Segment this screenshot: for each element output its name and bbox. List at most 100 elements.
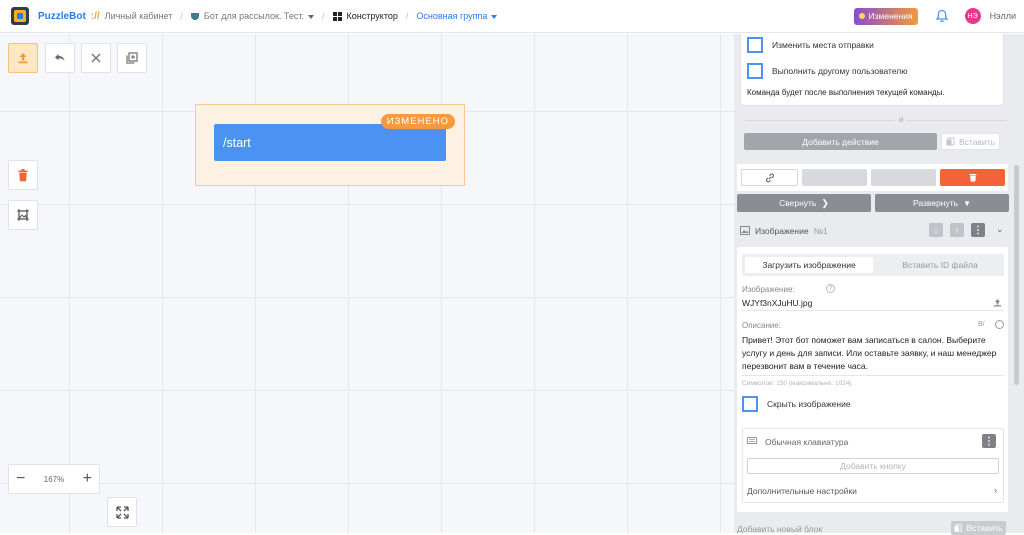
- changed-badge: ИЗМЕНЕНО: [380, 114, 455, 129]
- changes-button[interactable]: Изменения: [853, 7, 918, 25]
- image-file-name[interactable]: WJYf3nXJuHU.jpg: [742, 298, 812, 308]
- move-down-button[interactable]: ↓: [929, 223, 943, 237]
- brand-name[interactable]: PuzzleBot: [38, 11, 86, 22]
- keyboard-type[interactable]: Обычная клавиатура: [765, 437, 848, 447]
- move-up-button[interactable]: ↑: [950, 223, 964, 237]
- upload-icon[interactable]: [993, 298, 1002, 307]
- chevron-right-icon: ❯: [821, 197, 829, 208]
- hide-image-option[interactable]: Скрыть изображение: [742, 396, 851, 412]
- insert-block-label: Вставить: [966, 523, 1003, 533]
- top-bar: PuzzleBot :// Личный кабинет / Бот для р…: [0, 0, 1024, 33]
- command-note: Команда будет после выполнения текущей к…: [747, 88, 945, 97]
- trash-icon: [18, 168, 28, 181]
- avatar[interactable]: НЭ: [964, 8, 981, 24]
- image-section-title: Изображение №1: [755, 226, 828, 236]
- help-icon[interactable]: ?: [826, 284, 835, 293]
- description-text[interactable]: Привет! Этот бот поможет вам записаться …: [742, 334, 1004, 373]
- changes-button-label: Изменения: [868, 11, 913, 21]
- chevron-right-icon[interactable]: ›: [994, 485, 997, 495]
- delete-button[interactable]: [940, 169, 1005, 186]
- grid-icon: [332, 12, 342, 22]
- delete-block-button[interactable]: [8, 160, 38, 190]
- kebab-icon: ⋮: [973, 224, 983, 236]
- selected-block-frame[interactable]: /start ИЗМЕНЕНО: [195, 104, 465, 186]
- close-button[interactable]: [81, 43, 111, 73]
- char-counter: Символов: 150 (максимально: 1024): [742, 380, 852, 387]
- divider: [742, 375, 1004, 376]
- expand-icon: [115, 505, 129, 519]
- action-slot-button[interactable]: [871, 169, 936, 186]
- bot-icon: [190, 13, 199, 21]
- breadcrumb-group[interactable]: Основная группа: [416, 11, 498, 21]
- puzzlebot-logo-icon[interactable]: [11, 7, 29, 25]
- start-block[interactable]: /start: [214, 124, 446, 161]
- close-icon: [91, 53, 101, 63]
- changes-icon: [858, 13, 865, 19]
- upload-button[interactable]: [8, 43, 38, 73]
- expand-button[interactable]: Развернуть ▼: [875, 194, 1009, 212]
- keyboard-menu-button[interactable]: ⋮: [982, 434, 996, 448]
- checkbox[interactable]: [747, 37, 763, 53]
- paste-icon: [946, 137, 955, 146]
- breadcrumb-divider: /: [180, 11, 183, 21]
- trash-icon: [969, 174, 976, 182]
- zoom-in-button[interactable]: +: [83, 471, 92, 487]
- breadcrumb-builder[interactable]: Конструктор: [332, 11, 398, 22]
- checkbox[interactable]: [742, 396, 758, 412]
- panel-scrollbar[interactable]: [1014, 165, 1019, 385]
- description-field-label: Описание:: [742, 321, 782, 330]
- breadcrumb-cabinet[interactable]: Личный кабинет: [105, 11, 173, 21]
- link-button[interactable]: [741, 169, 798, 186]
- expand-label: Развернуть: [913, 198, 959, 208]
- chevron-down-icon: [491, 14, 498, 19]
- zoom-control: − 167% +: [8, 464, 100, 494]
- option-change-place[interactable]: Изменить места отправки: [747, 37, 874, 53]
- chevron-down-icon[interactable]: ⌄: [996, 224, 1004, 235]
- duplicate-button[interactable]: [117, 43, 147, 73]
- tab-upload-image[interactable]: Загрузить изображение: [745, 257, 873, 273]
- and-separator: и: [895, 115, 908, 124]
- upload-icon: [18, 53, 28, 64]
- breadcrumb-group-label: Основная группа: [416, 11, 488, 21]
- image-number: №1: [813, 226, 828, 236]
- text-format-icon[interactable]: B/: [978, 321, 985, 328]
- add-button-button[interactable]: Добавить кнопку: [747, 458, 999, 474]
- breadcrumb-divider: /: [322, 11, 325, 21]
- frame-icon: [17, 209, 29, 221]
- duplicate-icon: [126, 52, 138, 64]
- block-title: /start: [223, 135, 251, 150]
- insert-action-button[interactable]: Вставить: [941, 133, 1000, 150]
- divider: [742, 310, 1004, 311]
- tab-file-id[interactable]: Вставить ID файла: [876, 257, 1004, 273]
- add-action-button[interactable]: Добавить действие: [744, 133, 937, 150]
- image-title: Изображение: [755, 226, 809, 236]
- zoom-out-button[interactable]: −: [16, 471, 25, 487]
- emoji-icon[interactable]: [995, 320, 1004, 329]
- chevron-down-icon: [308, 14, 315, 19]
- checkbox[interactable]: [747, 63, 763, 79]
- option-exec-other[interactable]: Выполнить другому пользователю: [747, 63, 908, 79]
- option-exec-other-label: Выполнить другому пользователю: [772, 66, 908, 76]
- hide-image-label: Скрыть изображение: [767, 399, 851, 409]
- breadcrumb-divider: /: [405, 11, 409, 21]
- undo-icon: [55, 54, 65, 61]
- undo-button[interactable]: [45, 43, 75, 73]
- image-field-label: Изображение:: [742, 285, 795, 294]
- arrow-up-icon: ↑: [954, 225, 960, 235]
- keyboard-icon: [747, 437, 757, 444]
- collapse-button[interactable]: Свернуть ❯: [737, 194, 871, 212]
- fit-selection-button[interactable]: [8, 200, 38, 230]
- user-name[interactable]: Нэлли: [990, 11, 1016, 21]
- insert-label: Вставить: [958, 136, 996, 147]
- bell-icon[interactable]: [935, 9, 949, 23]
- brand-separator: ://: [90, 10, 100, 22]
- breadcrumb-bot[interactable]: Бот для рассылок. Тест.: [190, 11, 315, 21]
- link-icon: [765, 173, 774, 182]
- action-slot-button[interactable]: [802, 169, 867, 186]
- extra-settings-link[interactable]: Дополнительные настройки: [747, 486, 857, 496]
- more-menu-button[interactable]: ⋮: [971, 223, 985, 237]
- fullscreen-button[interactable]: [107, 497, 137, 527]
- arrow-down-icon: ↓: [933, 225, 939, 235]
- divider: [745, 120, 1007, 121]
- collapse-label: Свернуть: [779, 198, 817, 208]
